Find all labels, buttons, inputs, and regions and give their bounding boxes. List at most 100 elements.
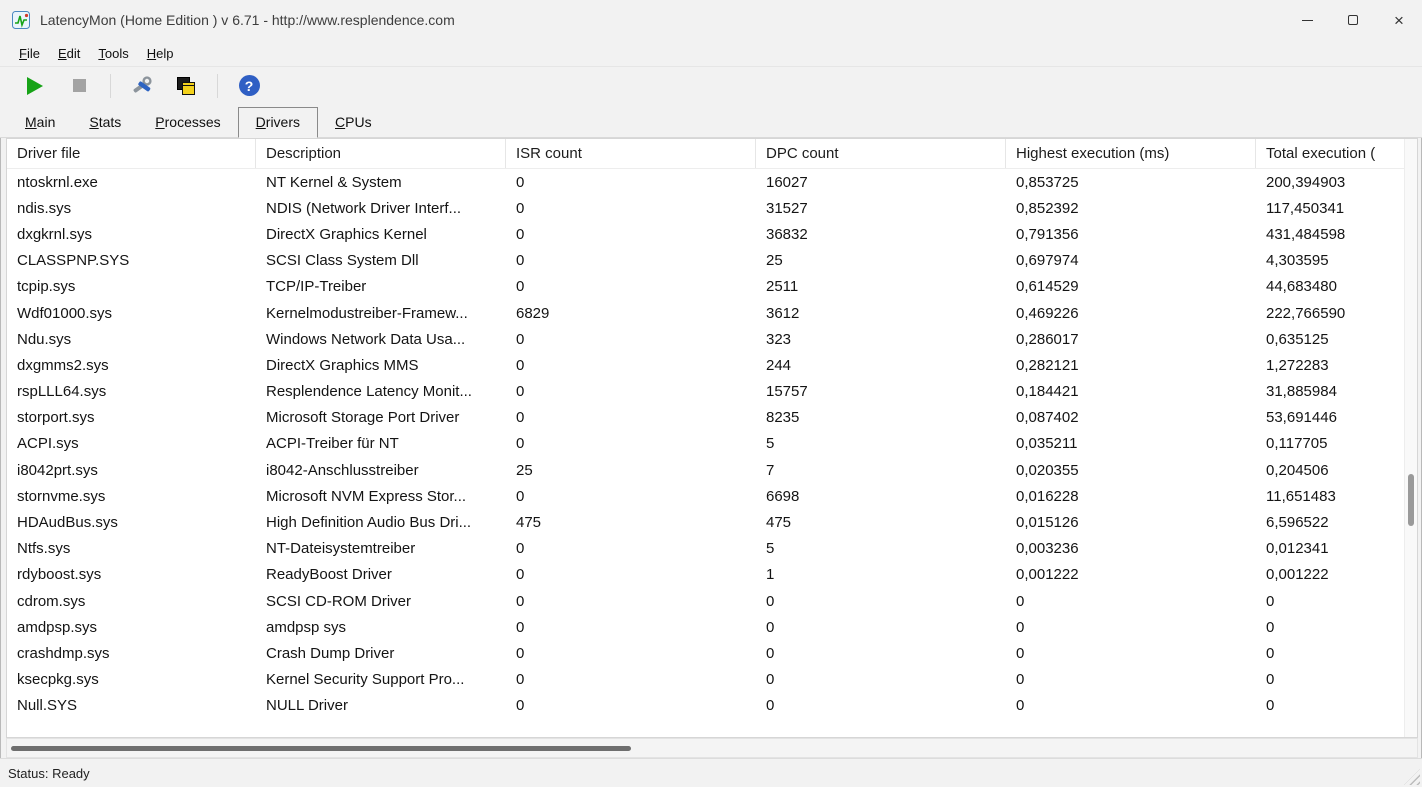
cell-isr-count: 0 (516, 356, 525, 374)
cascade-windows-button[interactable] (173, 73, 199, 99)
cell-description: DirectX Graphics MMS (266, 356, 419, 374)
cell-dpc-count: 244 (766, 356, 792, 374)
cell-driver-file: Wdf01000.sys (17, 304, 113, 322)
cell-total-execution: 431,484598 (1266, 225, 1346, 243)
maximize-icon[interactable] (1330, 0, 1376, 40)
minimize-icon[interactable] (1284, 0, 1330, 40)
cell-driver-file: Ntfs.sys (17, 540, 71, 558)
tab[interactable]: Stats (72, 108, 138, 137)
table-row[interactable]: i8042prt.sys i8042-Anschlusstreiber 25 7… (7, 457, 1417, 483)
close-icon[interactable]: × (1376, 0, 1422, 40)
tools-button[interactable] (129, 73, 155, 99)
cell-dpc-count: 31527 (766, 199, 808, 217)
cell-isr-count: 0 (516, 435, 525, 453)
table-row[interactable]: ntoskrnl.exe NT Kernel & System 0 16027 … (7, 169, 1417, 195)
vertical-scrollbar-thumb[interactable] (1408, 474, 1414, 526)
tab[interactable]: Drivers (237, 107, 319, 138)
resize-grip-icon[interactable] (1404, 769, 1420, 785)
cell-total-execution: 0,635125 (1266, 330, 1329, 348)
table-row[interactable]: CLASSPNP.SYS SCSI Class System Dll 0 25 … (7, 248, 1417, 274)
horizontal-scrollbar[interactable] (6, 738, 1418, 758)
tab[interactable]: CPUs (318, 108, 389, 137)
table-row[interactable]: Ntfs.sys NT-Dateisystemtreiber 0 5 0,003… (7, 536, 1417, 562)
table-row[interactable]: HDAudBus.sys High Definition Audio Bus D… (7, 509, 1417, 535)
cell-isr-count: 0 (516, 644, 525, 662)
help-button[interactable]: ? (236, 73, 262, 99)
column-header[interactable]: Total execution ( (1256, 139, 1417, 168)
cell-dpc-count: 0 (766, 592, 775, 610)
vertical-scrollbar[interactable] (1404, 139, 1417, 737)
cell-total-execution: 222,766590 (1266, 304, 1346, 322)
cell-highest-execution: 0,852392 (1016, 199, 1079, 217)
table-row[interactable]: Ndu.sys Windows Network Data Usa... 0 32… (7, 326, 1417, 352)
menu-item[interactable]: File (10, 42, 49, 65)
table-row[interactable]: dxgkrnl.sys DirectX Graphics Kernel 0 36… (7, 221, 1417, 247)
cell-description: ReadyBoost Driver (266, 566, 392, 584)
cell-dpc-count: 7 (766, 461, 775, 479)
cell-dpc-count: 5 (766, 435, 775, 453)
column-header[interactable]: Description (256, 139, 506, 168)
start-monitor-button[interactable] (22, 73, 48, 99)
cell-isr-count: 475 (516, 514, 542, 532)
table-row[interactable]: ksecpkg.sys Kernel Security Support Pro.… (7, 667, 1417, 693)
menu-item[interactable]: Tools (89, 42, 137, 65)
cell-description: ACPI-Treiber für NT (266, 435, 399, 453)
cascade-windows-icon (177, 76, 195, 95)
cell-highest-execution: 0 (1016, 618, 1025, 636)
cell-driver-file: i8042prt.sys (17, 461, 98, 479)
stop-monitor-button[interactable] (66, 73, 92, 99)
cell-total-execution: 0,001222 (1266, 566, 1329, 584)
table-row[interactable]: rspLLL64.sys Resplendence Latency Monit.… (7, 379, 1417, 405)
cell-highest-execution: 0,791356 (1016, 225, 1079, 243)
window-title: LatencyMon (Home Edition ) v 6.71 - http… (40, 12, 455, 28)
cell-driver-file: crashdmp.sys (17, 644, 110, 662)
cell-dpc-count: 1 (766, 566, 775, 584)
table-row[interactable]: amdpsp.sys amdpsp sys 0 0 0 0 (7, 614, 1417, 640)
cell-isr-count: 0 (516, 199, 525, 217)
table-row[interactable]: crashdmp.sys Crash Dump Driver 0 0 0 0 (7, 640, 1417, 666)
column-header[interactable]: DPC count (756, 139, 1006, 168)
horizontal-scrollbar-thumb[interactable] (11, 746, 631, 751)
cell-description: High Definition Audio Bus Dri... (266, 514, 472, 532)
cell-description: Crash Dump Driver (266, 644, 395, 662)
cell-isr-count: 0 (516, 487, 525, 505)
cell-description: NT-Dateisystemtreiber (266, 540, 416, 558)
cell-description: NDIS (Network Driver Interf... (266, 199, 462, 217)
table-row[interactable]: tcpip.sys TCP/IP-Treiber 0 2511 0,614529… (7, 274, 1417, 300)
table-row[interactable]: ACPI.sys ACPI-Treiber für NT 0 5 0,03521… (7, 431, 1417, 457)
menu-item[interactable]: Help (138, 42, 183, 65)
cell-description: SCSI CD-ROM Driver (266, 592, 411, 610)
cell-total-execution: 4,303595 (1266, 252, 1329, 270)
table-row[interactable]: Wdf01000.sys Kernelmodustreiber-Framew..… (7, 300, 1417, 326)
cell-description: Kernelmodustreiber-Framew... (266, 304, 468, 322)
cell-isr-count: 0 (516, 252, 525, 270)
cell-dpc-count: 0 (766, 697, 775, 715)
cell-dpc-count: 25 (766, 252, 783, 270)
cell-dpc-count: 6698 (766, 487, 800, 505)
table-row[interactable]: dxgmms2.sys DirectX Graphics MMS 0 244 0… (7, 352, 1417, 378)
table-row[interactable]: stornvme.sys Microsoft NVM Express Stor.… (7, 483, 1417, 509)
menu-item[interactable]: Edit (49, 42, 89, 65)
table-row[interactable]: rdyboost.sys ReadyBoost Driver 0 1 0,001… (7, 562, 1417, 588)
drivers-table: Driver file Description ISR count DPC count… (6, 138, 1418, 738)
table-row[interactable]: ndis.sys NDIS (Network Driver Interf... … (7, 195, 1417, 221)
table-row[interactable]: Null.SYS NULL Driver 0 0 0 0 (7, 693, 1417, 719)
column-header[interactable]: ISR count (506, 139, 756, 168)
cell-highest-execution: 0,087402 (1016, 409, 1079, 427)
cell-total-execution: 0 (1266, 644, 1275, 662)
cell-isr-count: 0 (516, 697, 525, 715)
cell-dpc-count: 475 (766, 514, 792, 532)
cell-dpc-count: 36832 (766, 225, 808, 243)
cell-highest-execution: 0,469226 (1016, 304, 1079, 322)
column-header[interactable]: Highest execution (ms) (1006, 139, 1256, 168)
tab[interactable]: Main (8, 108, 72, 137)
cell-total-execution: 0,204506 (1266, 461, 1329, 479)
app-icon (12, 11, 30, 29)
tab[interactable]: Processes (138, 108, 237, 137)
cell-description: NT Kernel & System (266, 173, 402, 191)
table-row[interactable]: storport.sys Microsoft Storage Port Driv… (7, 405, 1417, 431)
cell-driver-file: dxgmms2.sys (17, 356, 109, 374)
column-header[interactable]: Driver file (7, 139, 256, 168)
table-row[interactable]: cdrom.sys SCSI CD-ROM Driver 0 0 0 0 (7, 588, 1417, 614)
cell-driver-file: ndis.sys (17, 199, 72, 217)
